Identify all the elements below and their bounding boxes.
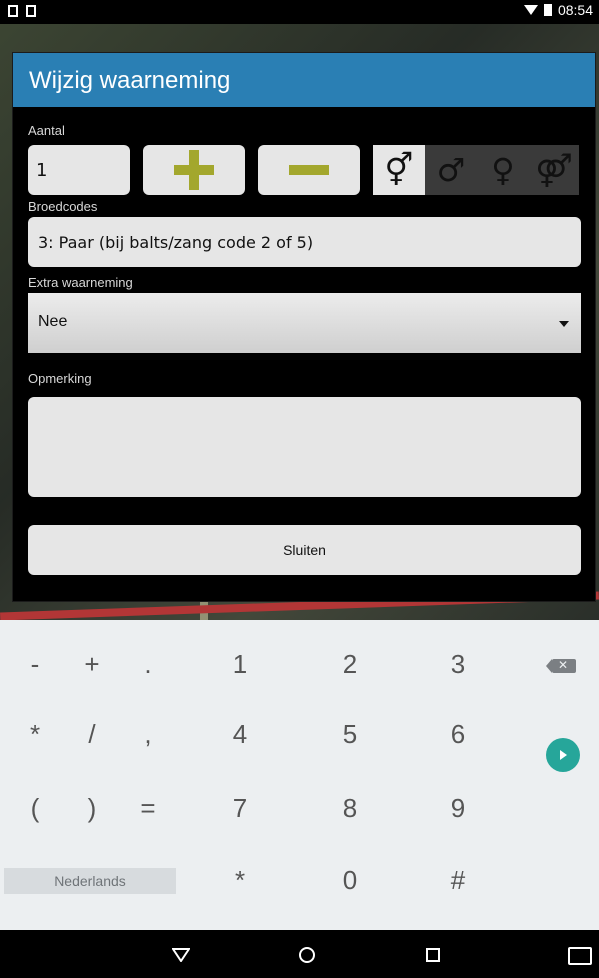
back-icon bbox=[172, 948, 190, 962]
key-2[interactable]: 2 bbox=[320, 634, 380, 694]
status-bar: 08:54 bbox=[0, 0, 599, 24]
close-button[interactable]: Sluiten bbox=[28, 525, 581, 575]
backspace-key[interactable] bbox=[546, 656, 579, 676]
key-plus[interactable]: + bbox=[62, 634, 122, 694]
key-9[interactable]: 9 bbox=[428, 778, 488, 838]
gender-unknown-button[interactable]: ⚥ bbox=[373, 145, 425, 195]
clock: 08:54 bbox=[557, 2, 593, 18]
key-period[interactable]: . bbox=[118, 634, 178, 694]
key-4[interactable]: 4 bbox=[210, 704, 270, 764]
key-6[interactable]: 6 bbox=[428, 704, 488, 764]
status-icons-left bbox=[8, 5, 36, 17]
back-button[interactable] bbox=[168, 942, 194, 968]
key-hash[interactable]: # bbox=[428, 850, 488, 910]
increment-button[interactable] bbox=[143, 145, 245, 195]
numeric-keyboard: - + . 1 2 3 * / , 4 5 6 ( ) = 7 8 9 Nede… bbox=[0, 620, 599, 930]
key-equals[interactable]: = bbox=[118, 778, 178, 838]
navigation-bar bbox=[0, 930, 599, 978]
enter-key[interactable] bbox=[546, 738, 580, 772]
key-5[interactable]: 5 bbox=[320, 704, 380, 764]
gender-pair-button[interactable]: ⚤ bbox=[529, 145, 579, 195]
key-7[interactable]: 7 bbox=[210, 778, 270, 838]
remark-label: Opmerking bbox=[28, 371, 92, 386]
key-1[interactable]: 1 bbox=[210, 634, 270, 694]
edit-observation-dialog: Wijzig waarneming Aantal 1 ⚥ ♂ ♀ ⚤ Broed… bbox=[12, 52, 596, 602]
recents-icon bbox=[426, 948, 440, 962]
home-icon bbox=[299, 947, 315, 963]
wifi-icon bbox=[523, 5, 538, 15]
key-3[interactable]: 3 bbox=[428, 634, 488, 694]
gender-male-button[interactable]: ♂ bbox=[425, 145, 477, 195]
gender-female-button[interactable]: ♀ bbox=[477, 145, 529, 195]
breeding-code-field[interactable]: 3: Paar (bij balts/zang code 2 of 5) bbox=[28, 217, 581, 267]
key-close-paren[interactable]: ) bbox=[62, 778, 122, 838]
pair-icon: ⚤ bbox=[535, 151, 573, 189]
female-icon: ♀ bbox=[491, 151, 515, 189]
extra-observation-label: Extra waarneming bbox=[28, 275, 133, 290]
count-input[interactable]: 1 bbox=[28, 145, 130, 195]
dialog-title: Wijzig waarneming bbox=[29, 67, 231, 94]
key-slash[interactable]: / bbox=[62, 704, 122, 764]
plus-icon bbox=[174, 150, 214, 190]
key-comma[interactable]: , bbox=[118, 704, 178, 764]
keyboard-switch-button[interactable] bbox=[568, 947, 592, 965]
recents-button[interactable] bbox=[420, 942, 446, 968]
extra-observation-select[interactable]: Nee bbox=[28, 293, 581, 353]
breeding-codes-label: Broedcodes bbox=[28, 199, 98, 214]
notification-icon bbox=[8, 5, 18, 17]
decrement-button[interactable] bbox=[258, 145, 360, 195]
key-minus[interactable]: - bbox=[5, 634, 65, 694]
key-8[interactable]: 8 bbox=[320, 778, 380, 838]
male-icon: ♂ bbox=[436, 151, 466, 189]
extra-observation-value: Nee bbox=[38, 313, 68, 330]
count-label: Aantal bbox=[28, 123, 65, 138]
remark-input[interactable] bbox=[28, 397, 581, 497]
minus-icon bbox=[289, 165, 329, 175]
home-button[interactable] bbox=[294, 942, 320, 968]
chevron-right-icon bbox=[559, 750, 567, 760]
language-key[interactable]: Nederlands bbox=[4, 868, 176, 894]
status-icons-right: 08:54 bbox=[523, 2, 593, 18]
dialog-header: Wijzig waarneming bbox=[13, 53, 595, 107]
battery-icon bbox=[543, 4, 552, 16]
gender-unknown-icon: ⚥ bbox=[384, 151, 414, 189]
sim-icon bbox=[26, 5, 36, 17]
key-0[interactable]: 0 bbox=[320, 850, 380, 910]
dropdown-arrow-icon bbox=[559, 321, 569, 327]
key-open-paren[interactable]: ( bbox=[5, 778, 65, 838]
key-star[interactable]: * bbox=[210, 850, 270, 910]
backspace-icon bbox=[546, 658, 576, 673]
key-asterisk[interactable]: * bbox=[5, 704, 65, 764]
